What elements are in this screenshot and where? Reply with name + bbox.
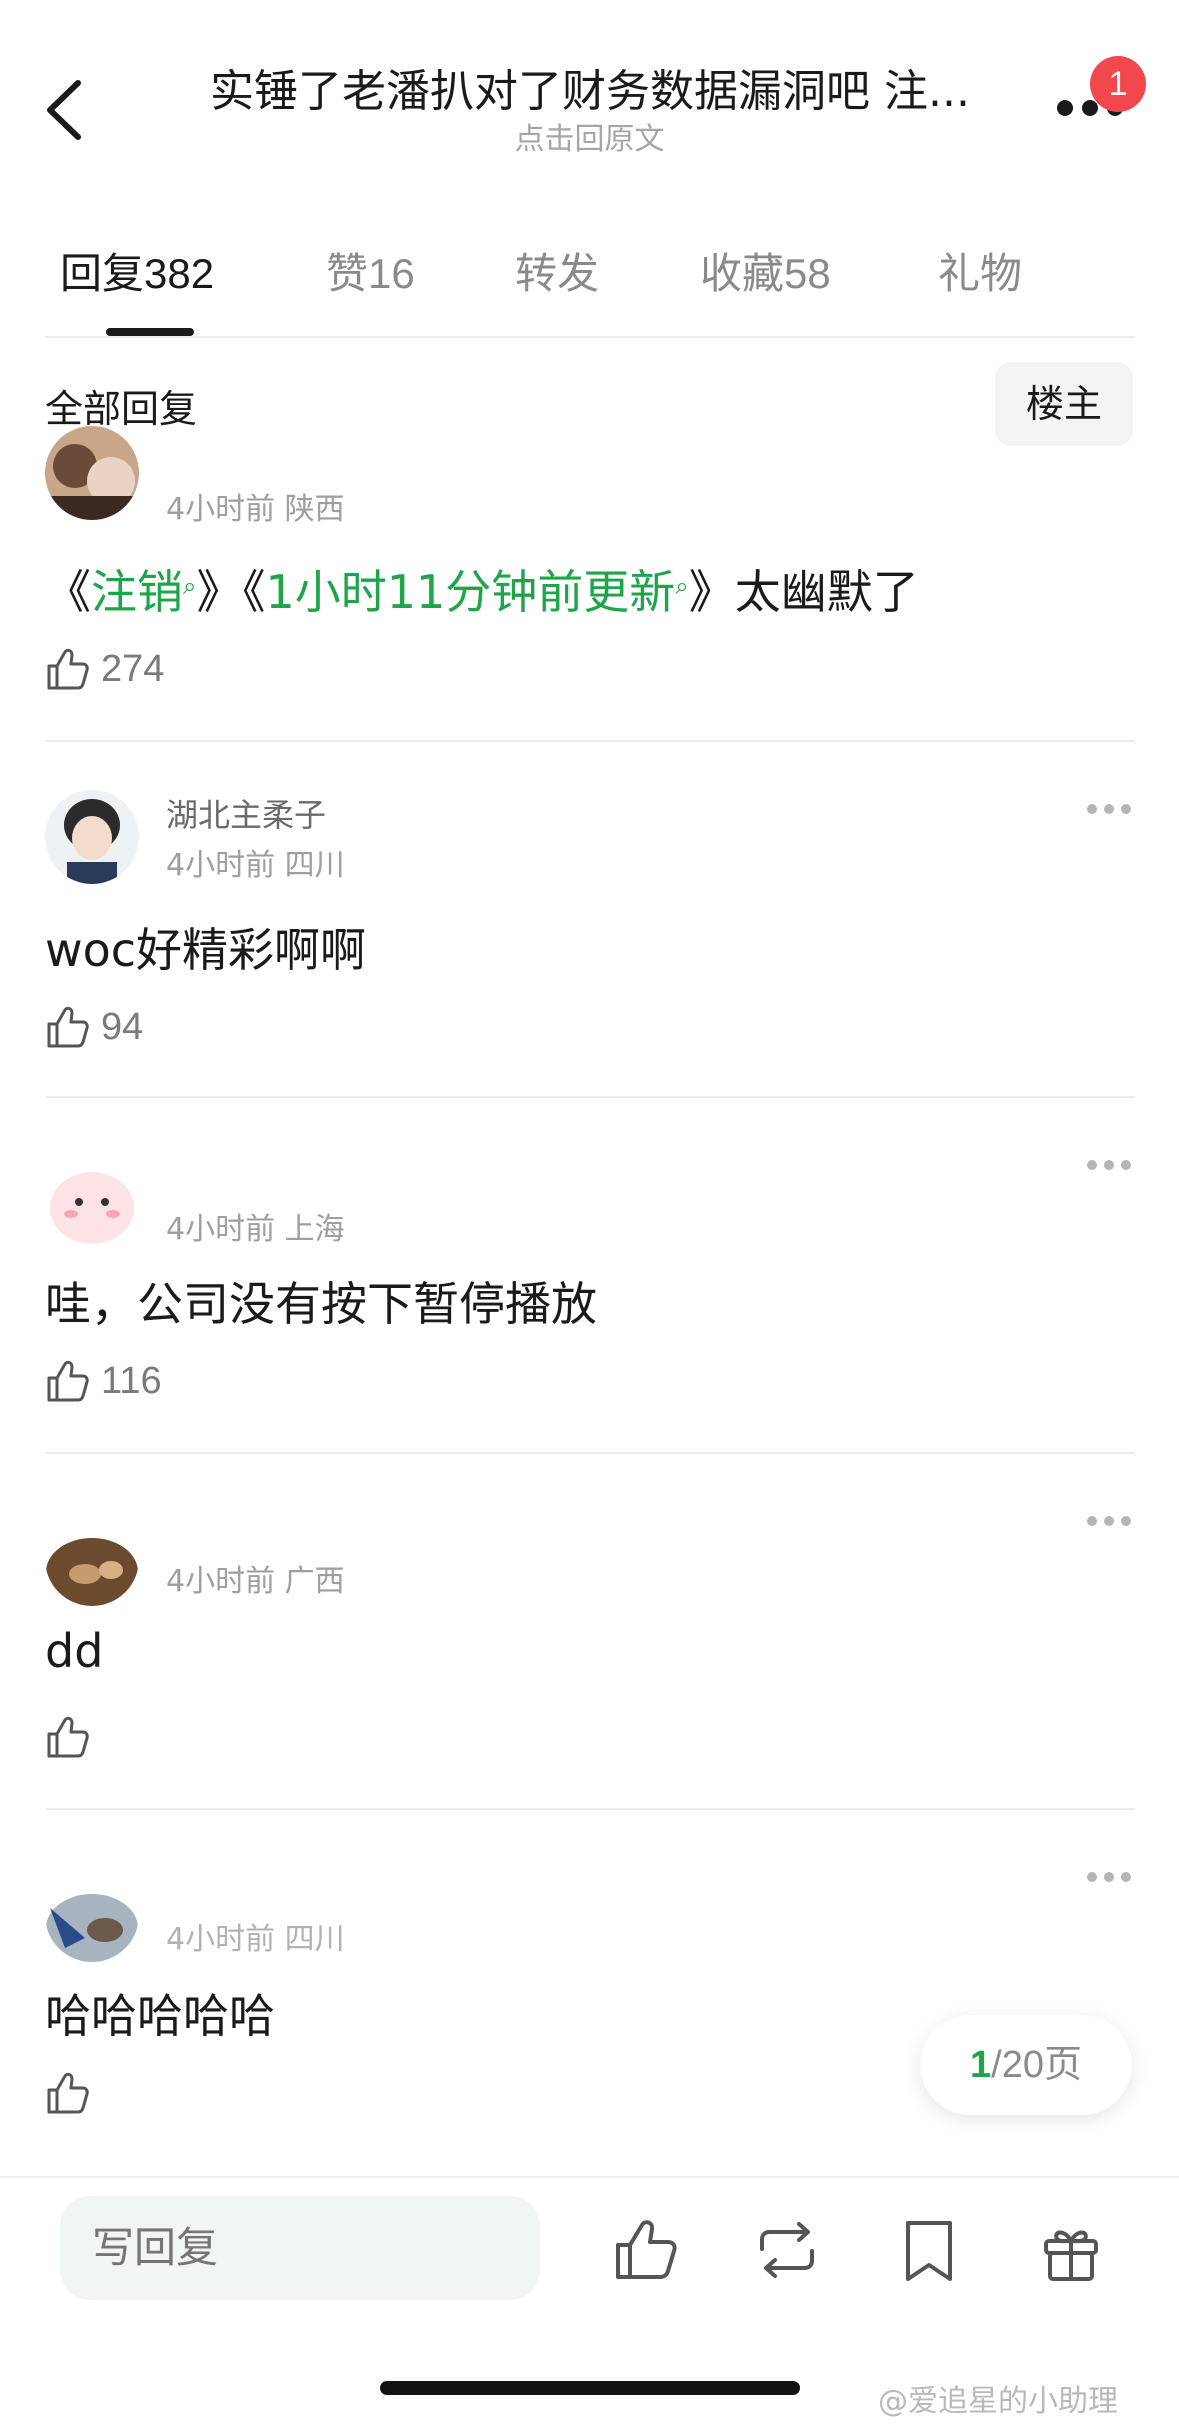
tab-likes[interactable]: 赞16 <box>326 240 415 301</box>
avatar[interactable] <box>45 1512 139 1606</box>
comment-more-icon[interactable] <box>1087 804 1131 816</box>
comment-divider <box>45 740 1135 742</box>
all-replies-label: 全部回复 <box>45 387 198 431</box>
comment-meta: 4小时前 上海 <box>166 1212 345 1247</box>
page-indicator[interactable]: 1/20页 <box>920 2015 1132 2115</box>
comment-more-icon[interactable] <box>1087 1516 1131 1528</box>
like-button[interactable] <box>45 1714 105 1764</box>
view-original-link[interactable]: 点击回原文 <box>0 114 1179 158</box>
like-button[interactable]: 94 <box>45 1004 185 1054</box>
thumbs-up-icon <box>47 1360 89 1402</box>
tabs-divider <box>45 336 1135 338</box>
home-indicator <box>380 2381 800 2395</box>
tab-bar: 回复382 赞16 转发 收藏58 礼物 <box>0 240 1179 340</box>
content-text: 》太幽默了 <box>688 565 919 619</box>
comment-content: 《注销⌕》《1小时11分钟前更新⌕》太幽默了 <box>45 556 919 622</box>
comment-more-icon[interactable] <box>1087 1160 1131 1172</box>
like-count: 94 <box>101 1006 144 1048</box>
hashtag-link[interactable]: 注销 <box>91 565 183 619</box>
thumbs-up-icon[interactable] <box>612 2215 682 2285</box>
thumbs-up-icon <box>47 2072 89 2114</box>
thumbs-up-icon <box>47 648 89 690</box>
comment-content: woc好精彩啊啊 <box>45 923 367 977</box>
like-count: 274 <box>101 648 165 690</box>
notification-badge: 1 <box>1090 56 1146 112</box>
tab-replies-label: 回复 <box>60 249 145 298</box>
comment-divider <box>45 1096 1135 1098</box>
tab-favorites[interactable]: 收藏58 <box>700 240 831 301</box>
content-text: 《 <box>45 565 91 619</box>
active-tab-indicator <box>106 328 194 336</box>
bottom-bar-divider <box>0 2176 1179 2178</box>
content-text: 》《 <box>196 565 266 619</box>
tab-reposts[interactable]: 转发 <box>515 240 599 301</box>
comment-content: 哈哈哈哈哈 <box>45 1989 275 2043</box>
comment-content: dd <box>45 1624 104 1678</box>
tab-gifts-label: 礼物 <box>938 249 1023 298</box>
current-page: 1 <box>970 2044 992 2086</box>
avatar[interactable] <box>45 1156 139 1250</box>
comment-meta: 4小时前 四川 <box>166 848 345 883</box>
like-button[interactable] <box>45 2070 105 2120</box>
avatar[interactable] <box>45 1868 139 1962</box>
bookmark-icon[interactable] <box>894 2215 964 2285</box>
tab-favorites-label: 收藏 <box>700 249 785 298</box>
total-pages: /20页 <box>991 2044 1082 2086</box>
avatar[interactable] <box>45 790 139 884</box>
avatar[interactable] <box>45 426 139 520</box>
tab-gifts[interactable]: 礼物 <box>938 240 1022 301</box>
like-button[interactable]: 116 <box>45 1358 185 1408</box>
watermark: @爱追星的小助理 <box>878 2384 1118 2419</box>
tab-likes-label: 赞 <box>326 249 369 298</box>
thumbs-up-icon <box>47 1006 89 1048</box>
comment-content: 哇，公司没有按下暂停播放 <box>45 1277 597 1331</box>
tab-reposts-label: 转发 <box>515 249 600 298</box>
like-button[interactable]: 274 <box>45 646 185 696</box>
hashtag-link[interactable]: 1小时11分钟前更新 <box>265 565 675 619</box>
comment-more-icon[interactable] <box>1087 1872 1131 1884</box>
top-nav-bar: 实锤了老潘扒对了财务数据漏洞吧 注... 点击回原文 1 <box>0 0 1179 190</box>
gift-icon[interactable] <box>1036 2215 1106 2285</box>
reply-input[interactable] <box>60 2196 540 2300</box>
comment-meta: 4小时前 陕西 <box>166 492 345 527</box>
like-count: 116 <box>101 1360 162 1402</box>
tab-likes-count: 16 <box>368 250 415 297</box>
username[interactable]: 湖北主柔子 <box>166 790 326 836</box>
comment-divider <box>45 1452 1135 1454</box>
repost-icon[interactable] <box>752 2215 822 2285</box>
tab-favorites-count: 58 <box>784 250 831 297</box>
search-icon: ⌕ <box>183 572 197 600</box>
thumbs-up-icon <box>47 1716 89 1758</box>
search-icon: ⌕ <box>675 572 689 600</box>
comment-divider <box>45 1808 1135 1810</box>
owner-only-button[interactable]: 楼主 <box>995 362 1133 446</box>
page-title[interactable]: 实锤了老潘扒对了财务数据漏洞吧 注... <box>200 64 980 120</box>
tab-replies-count: 382 <box>144 250 215 297</box>
comment-meta: 4小时前 四川 <box>166 1922 345 1957</box>
comment-meta: 4小时前 广西 <box>166 1564 345 1599</box>
tab-replies[interactable]: 回复382 <box>60 240 214 301</box>
